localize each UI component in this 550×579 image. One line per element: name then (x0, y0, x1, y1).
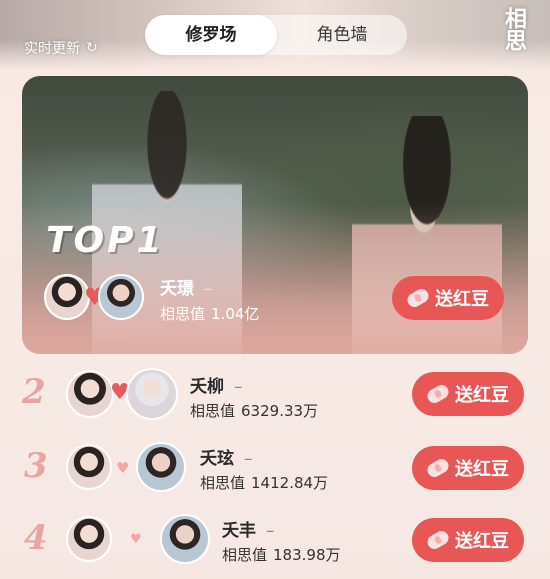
pair-name: 夭柳 – (190, 372, 243, 397)
avatar-male (160, 514, 210, 564)
top1-card[interactable]: TOP1 ♥ 夭璟 – 相思值 1.04亿 送红豆 (22, 76, 528, 354)
pair-name: 夭玹 – (200, 444, 253, 469)
pair-score: 相思值 1412.84万 (200, 472, 328, 493)
tab-bar: 修罗场 角色墙 (145, 15, 407, 55)
red-bean-icon (424, 382, 452, 406)
pair-score: 相思值 1.04亿 (160, 303, 259, 324)
pair-name-suffix: – (204, 279, 213, 299)
pair-name-suffix: – (266, 521, 275, 541)
pair-name: 夭丰 – (222, 516, 275, 541)
tab-role-wall[interactable]: 角色墙 (277, 15, 407, 55)
pair-name-suffix: – (244, 449, 253, 469)
avatar-female (66, 444, 112, 490)
pair-name-text: 夭玹 (200, 449, 234, 469)
pair-score: 相思值 6329.33万 (190, 400, 318, 421)
score-label: 相思值 (222, 546, 268, 564)
rank-number: 2 (22, 372, 46, 412)
seal-decoration: 相思 (501, 7, 527, 51)
red-bean-icon (404, 286, 432, 310)
red-bean-icon (424, 528, 452, 552)
pair-name-suffix: – (234, 377, 243, 397)
score-label: 相思值 (160, 305, 206, 323)
score-value: 1412.84万 (251, 474, 329, 492)
send-red-bean-button[interactable]: 送红豆 (412, 446, 524, 490)
send-red-bean-button[interactable]: 送红豆 (412, 518, 524, 562)
pair-score: 相思值 183.98万 (222, 544, 341, 565)
rank-number: 4 (24, 518, 48, 558)
update-status-label: 实时更新 (24, 41, 80, 57)
pair-name-text: 夭璟 (160, 279, 194, 299)
score-label: 相思值 (190, 402, 236, 420)
avatar-male (126, 368, 178, 420)
score-value: 183.98万 (273, 546, 341, 564)
pair-name-text: 夭丰 (222, 521, 256, 541)
avatar-male (98, 274, 144, 320)
score-value: 6329.33万 (241, 402, 319, 420)
heart-icon: ♥ (116, 459, 130, 477)
send-red-bean-label: 送红豆 (455, 531, 509, 552)
send-red-bean-label: 送红豆 (435, 289, 489, 310)
refresh-icon[interactable]: ↻ (86, 40, 98, 56)
score-value: 1.04亿 (211, 305, 260, 323)
update-status[interactable]: 实时更新 ↻ (24, 38, 98, 58)
avatar-female (66, 370, 114, 418)
avatar-female (66, 516, 112, 562)
red-bean-icon (424, 456, 452, 480)
send-red-bean-button[interactable]: 送红豆 (392, 276, 504, 320)
score-label: 相思值 (200, 474, 246, 492)
heart-icon: ♥ (130, 532, 142, 547)
pair-name: 夭璟 – (160, 274, 213, 299)
tab-xiuluochang[interactable]: 修罗场 (145, 15, 277, 55)
top1-badge: TOP1 (46, 220, 165, 261)
send-red-bean-label: 送红豆 (455, 385, 509, 406)
rank-number: 3 (24, 446, 48, 486)
send-red-bean-button[interactable]: 送红豆 (412, 372, 524, 416)
avatar-male (136, 442, 186, 492)
pair-name-text: 夭柳 (190, 377, 224, 397)
send-red-bean-label: 送红豆 (455, 459, 509, 480)
